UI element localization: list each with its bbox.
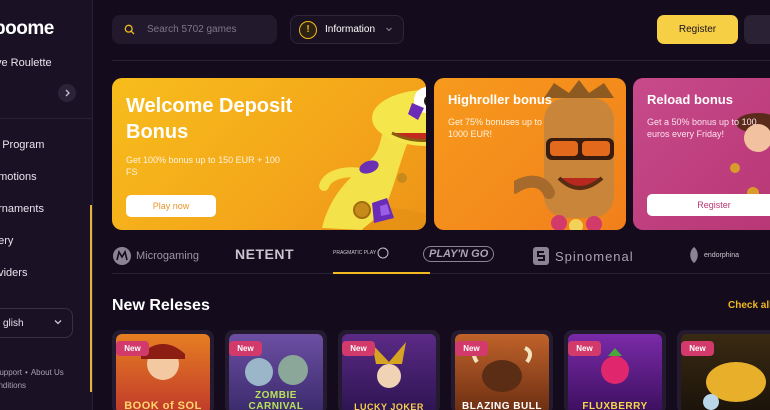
promo-register-button[interactable]: Register bbox=[647, 194, 770, 216]
providers-divider bbox=[112, 273, 770, 274]
new-releases-title: New Releses bbox=[112, 297, 210, 314]
sidebar-footer: Support•About Us onditions bbox=[0, 366, 64, 392]
game-tile-fluxberry[interactable]: FLUXBERRY New bbox=[564, 330, 666, 410]
search-placeholder: Search 5702 games bbox=[147, 24, 237, 35]
information-dropdown[interactable]: ! Information bbox=[290, 15, 404, 44]
logo[interactable]: boome bbox=[0, 18, 54, 40]
game-tile-book-of-sol[interactable]: BOOK of SOL New bbox=[112, 330, 214, 410]
sidebar-item-vip-program[interactable]: P Program bbox=[0, 138, 44, 170]
footer-link-conditions[interactable]: onditions bbox=[0, 379, 64, 392]
sidebar-item-lottery[interactable]: ttery bbox=[0, 234, 44, 266]
provider-endorphina[interactable]: endorphina bbox=[686, 246, 739, 264]
spinomenal-logo-icon bbox=[533, 247, 549, 265]
new-badge: New bbox=[455, 341, 488, 356]
sidebar-item-promotions[interactable]: omotions bbox=[0, 170, 44, 202]
register-button[interactable]: Register bbox=[657, 15, 738, 44]
game-title: BOOK of SOL bbox=[124, 400, 202, 410]
promo-highroller-description: Get 75% bonuses up to 1000 EUR! bbox=[448, 117, 543, 139]
game-title: LUCKY JOKER bbox=[354, 402, 424, 410]
provider-pragmatic-play[interactable]: PRAGMATIC PLAY bbox=[333, 246, 389, 260]
new-badge: New bbox=[681, 341, 714, 356]
login-button[interactable] bbox=[744, 15, 770, 44]
search-input[interactable]: Search 5702 games bbox=[112, 15, 277, 44]
pragmatic-logo-icon bbox=[377, 247, 389, 259]
sidebar-scroll-indicator bbox=[90, 205, 92, 392]
new-badge: New bbox=[229, 341, 262, 356]
microgaming-logo-icon bbox=[113, 247, 131, 265]
provider-active-indicator bbox=[333, 272, 430, 274]
sidebar: boome ve Roulette P Program omotions urn… bbox=[0, 0, 93, 410]
game-tile-zombie-carnival[interactable]: ZOMBIE CARNIVAL New bbox=[225, 330, 327, 410]
promo-reload-card[interactable]: Reload bonus Get a 50% bonus up to 100 e… bbox=[633, 78, 770, 230]
sidebar-item-tournaments[interactable]: urnaments bbox=[0, 202, 44, 234]
game-title: ZOMBIE CARNIVAL bbox=[248, 390, 304, 410]
promo-highroller-card[interactable]: Highroller bonus Get 75% bonuses up to 1… bbox=[434, 78, 626, 230]
new-badge: New bbox=[116, 341, 149, 356]
promo-welcome-card[interactable]: Welcome Deposit Bonus Get 100% bonus up … bbox=[112, 78, 426, 230]
chevron-down-icon bbox=[54, 320, 62, 325]
promo-reload-title: Reload bonus bbox=[647, 92, 733, 107]
header-divider bbox=[112, 60, 770, 61]
info-icon: ! bbox=[299, 20, 317, 39]
new-badge: New bbox=[342, 341, 375, 356]
promo-welcome-title: Welcome Deposit Bonus bbox=[126, 95, 293, 143]
promo-reload-description: Get a 50% bonus up to 100 euros every Fr… bbox=[647, 117, 757, 139]
sidebar-item-live-roulette[interactable]: ve Roulette bbox=[0, 57, 52, 69]
promo-highroller-title: Highroller bonus bbox=[448, 92, 552, 107]
promo-welcome-description: Get 100% bonus up to 150 EUR + 100 FS bbox=[126, 155, 280, 177]
provider-microgaming[interactable]: Microgaming bbox=[112, 246, 199, 266]
play-now-button[interactable]: Play now bbox=[126, 195, 216, 217]
game-tile-blazing-bull[interactable]: BLAZING BULL New bbox=[451, 330, 553, 410]
collapse-sidebar-button[interactable] bbox=[58, 84, 76, 102]
sidebar-nav: P Program omotions urnaments ttery ovide… bbox=[0, 138, 44, 298]
providers-strip: Microgaming NETENT PRAGMATIC PLAY PLAY'N… bbox=[112, 242, 770, 274]
search-icon bbox=[124, 24, 135, 35]
sidebar-item-providers[interactable]: oviders bbox=[0, 266, 44, 298]
reload-mascot-image bbox=[730, 113, 770, 199]
game-tile-gold[interactable]: New bbox=[677, 330, 770, 410]
chevron-right-icon bbox=[65, 89, 70, 97]
check-all-link[interactable]: Check all bbox=[728, 300, 770, 311]
game-tile-lucky-joker[interactable]: LUCKY JOKER New bbox=[338, 330, 440, 410]
provider-netent[interactable]: NETENT bbox=[235, 246, 294, 262]
game-title: BLAZING BULL bbox=[462, 401, 542, 410]
language-label: glish bbox=[3, 317, 24, 329]
endorphina-logo-icon bbox=[690, 247, 698, 263]
information-label: Information bbox=[325, 24, 376, 35]
footer-link-support[interactable]: Support bbox=[0, 368, 22, 377]
sidebar-divider bbox=[0, 118, 92, 119]
chevron-down-icon bbox=[386, 27, 392, 32]
provider-playngo[interactable]: PLAY'N GO bbox=[423, 246, 495, 262]
language-select[interactable]: glish bbox=[0, 308, 73, 338]
new-badge: New bbox=[568, 341, 601, 356]
footer-separator: • bbox=[25, 368, 28, 377]
game-title: FLUXBERRY bbox=[582, 401, 648, 410]
provider-spinomenal[interactable]: Spinomenal bbox=[532, 246, 634, 266]
footer-link-about[interactable]: About Us bbox=[31, 368, 64, 377]
